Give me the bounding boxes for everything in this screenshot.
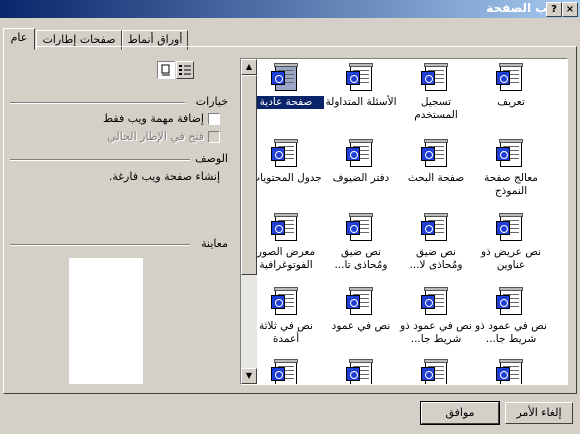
template-item[interactable]: نص ضيق ومُحاذى تا... [323, 213, 399, 272]
ok-button[interactable]: موافق [420, 401, 500, 425]
web-page-template-icon [271, 63, 299, 93]
template-label: نص في عمود ذو شريط جا... [475, 320, 547, 345]
help-button[interactable]: ? [546, 2, 562, 17]
web-page-template-icon[interactable] [346, 359, 374, 384]
web-page-template-icon [421, 63, 449, 93]
template-label: الأسئلة المتداولة [325, 96, 397, 108]
description-divider [10, 159, 190, 161]
list-view-icon[interactable] [176, 61, 194, 79]
web-page-template-icon [496, 213, 524, 243]
template-item[interactable]: نص في عمود ذو شريط جا... [398, 287, 474, 346]
template-item[interactable]: تعريف [473, 63, 549, 109]
template-item[interactable]: نص في عمود ذو شريط جا... [473, 287, 549, 346]
template-label: تسجيل المستخدم [414, 96, 458, 121]
open-in-frame-checkbox [208, 131, 220, 143]
large-icons-view-icon[interactable] [157, 61, 175, 79]
web-page-template-icon [421, 287, 449, 317]
vertical-scrollbar[interactable]: ▲ ▼ [241, 59, 257, 384]
template-item[interactable]: معرض الصور الفوتوغرافية [248, 213, 324, 272]
web-page-template-icon [421, 213, 449, 243]
web-page-template-icon [496, 287, 524, 317]
web-page-template-icon [421, 139, 449, 169]
template-item[interactable]: نص في عمود [323, 287, 399, 333]
template-item[interactable]: صفحة البحث [398, 139, 474, 185]
description-text: إنشاء صفحة ويب فارغة. [108, 170, 220, 183]
web-page-template-icon[interactable] [421, 359, 449, 384]
web-page-template-icon [271, 139, 299, 169]
scroll-thumb[interactable] [241, 75, 257, 275]
description-heading: الوصف [195, 152, 228, 165]
title-bar: قوالب الصفحة ? × [0, 0, 580, 18]
close-button[interactable]: × [562, 2, 578, 17]
web-page-template-icon [346, 213, 374, 243]
template-item[interactable]: جدول المحتويات [248, 139, 324, 185]
add-task-label: إضافة مهمة ويب فقط [102, 112, 204, 125]
template-item[interactable]: تسجيل المستخدم [398, 63, 474, 122]
web-page-template-icon [346, 287, 374, 317]
options-heading: خيارات [195, 95, 228, 108]
template-label: نص عريض ذو عناوين [480, 246, 542, 271]
web-page-template-icon [496, 63, 524, 93]
template-label: نص في ثلاثة أعمدة [259, 320, 313, 345]
web-page-template-icon [496, 139, 524, 169]
web-page-template-icon [346, 63, 374, 93]
cancel-button[interactable]: إلغاء الأمر [505, 402, 573, 424]
template-label: معرض الصور الفوتوغرافية [256, 246, 316, 271]
web-page-template-icon [346, 139, 374, 169]
web-page-template-icon[interactable] [496, 359, 524, 384]
template-item[interactable]: معالج صفحة النموذج [473, 139, 549, 198]
template-label: نص في عمود [331, 320, 391, 332]
web-page-template-icon[interactable] [271, 359, 299, 384]
template-item[interactable]: الأسئلة المتداولة [323, 63, 399, 109]
scroll-down-button[interactable]: ▼ [241, 368, 257, 384]
web-page-template-icon [271, 213, 299, 243]
template-label: تعريف [497, 96, 525, 108]
template-item[interactable]: نص في ثلاثة أعمدة [248, 287, 324, 346]
template-item[interactable]: نص عريض ذو عناوين [473, 213, 549, 272]
preview-heading: معاينة [201, 237, 228, 250]
template-label: صفحة البحث [407, 172, 465, 184]
preview-divider [10, 244, 190, 246]
template-label: جدول المحتويات [250, 172, 322, 184]
template-item[interactable]: نص ضيق ومُحاذى لا... [398, 213, 474, 272]
template-item[interactable]: صفحة عادية [248, 63, 324, 109]
preview-box [69, 258, 143, 384]
add-task-checkbox[interactable] [208, 113, 220, 125]
templates-list[interactable]: تعريف تسجيل المستخدم الأسئلة المتداولة صفحة… [240, 58, 568, 385]
options-divider [10, 102, 185, 104]
tab-general[interactable]: عام [3, 28, 35, 50]
template-label: نص في عمود ذو شريط جا... [400, 320, 472, 345]
template-label: نص ضيق ومُحاذى تا... [334, 246, 388, 271]
web-page-template-icon [271, 287, 299, 317]
template-label: نص ضيق ومُحاذى لا... [409, 246, 463, 271]
template-label: دفتر الضيوف [332, 172, 390, 184]
template-label: معالج صفحة النموذج [484, 172, 538, 197]
template-item[interactable]: دفتر الضيوف [323, 139, 399, 185]
open-in-frame-label: فتح في الإطار الحالي [107, 130, 204, 143]
scroll-up-button[interactable]: ▲ [241, 59, 257, 75]
template-label: صفحة عادية [248, 96, 324, 109]
